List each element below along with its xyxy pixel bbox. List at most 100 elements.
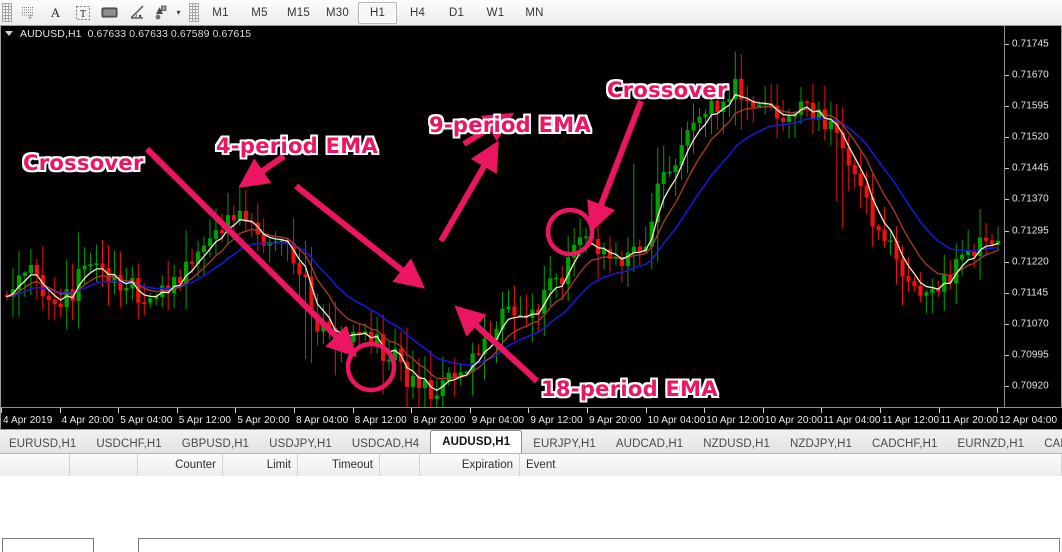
text-box-tool-icon[interactable]: [96, 2, 123, 23]
terminal-body: [0, 476, 1062, 552]
timeframe-label: M30: [326, 6, 349, 19]
chart-tab-cadchf[interactable]: CADCHF,H1: [863, 434, 946, 453]
price-tick: [1005, 199, 1009, 201]
crosshair-tool-icon[interactable]: F: [15, 2, 42, 23]
terminal-column-label: Limit: [266, 459, 291, 471]
chart-tab-eurjpy[interactable]: EURJPY,H1: [524, 434, 605, 453]
time-tick: [352, 408, 354, 413]
chart-tab-label: AUDUSD,H1: [442, 436, 511, 448]
price-label: 0.71670: [1012, 69, 1049, 81]
shapes-tool-icon[interactable]: [150, 2, 172, 23]
price-label: 0.70995: [1012, 349, 1049, 361]
price-label: 0.71520: [1012, 131, 1049, 143]
chart-tab-label: EURJPY,H1: [533, 437, 596, 450]
time-label: 11 Apr 04:00: [823, 415, 881, 426]
chart-tab-nzdjpy[interactable]: NZDJPY,H1: [781, 434, 861, 453]
svg-text:F: F: [29, 16, 33, 21]
terminal-column-header-cell[interactable]: Expiration: [420, 454, 520, 476]
chart-tab-audusd[interactable]: AUDUSD,H1: [430, 430, 523, 453]
time-label: 10 Apr 04:00: [647, 415, 706, 426]
toolbar-drag-handle[interactable]: [2, 3, 12, 22]
terminal-column-header-cell[interactable]: [380, 454, 420, 476]
time-tick: [997, 408, 999, 413]
price-label: 0.71445: [1012, 162, 1049, 174]
timeframe-button-m30[interactable]: M30: [319, 3, 356, 23]
price-tick: [1005, 230, 1009, 232]
timeframe-button-d1[interactable]: D1: [438, 3, 475, 23]
terminal-column-header-cell[interactable]: [70, 454, 138, 476]
chart-tab-label: NZDJPY,H1: [789, 437, 853, 450]
timeframe-button-m5[interactable]: M5: [241, 3, 278, 23]
time-tick: [469, 408, 471, 413]
chart-menu-caret-icon[interactable]: [5, 31, 13, 36]
terminal-column-label: Expiration: [461, 459, 513, 471]
terminal-column-header-cell[interactable]: Event: [520, 454, 1062, 476]
angle-tool-icon[interactable]: [123, 2, 150, 23]
timeframe-button-w1[interactable]: W1: [477, 3, 514, 23]
price-label: 0.71595: [1012, 100, 1049, 112]
shapes-dropdown-arrow[interactable]: ▾: [172, 2, 185, 23]
price-scale[interactable]: 0.71745 0.71670 0.71595 0.71520 0.71445 0.713…: [1004, 26, 1061, 423]
chart-tab-usdcad[interactable]: USDCAD,H4: [343, 434, 428, 453]
timeframe-button-m15[interactable]: M15: [280, 3, 317, 23]
timeframe-label: M15: [287, 6, 310, 19]
time-tick: [294, 408, 295, 413]
text-label-tool-icon[interactable]: T: [69, 2, 96, 23]
time-tick: [176, 408, 178, 413]
chart-tab-label: USDCAD,H4: [351, 437, 420, 450]
svg-text:T: T: [79, 9, 85, 20]
metatrader-window: F A T ▾ M1 M5 M15 M30 H1 H4 D1 W1 MN AUD…: [0, 0, 1062, 552]
terminal-column-header-cell[interactable]: Timeout: [298, 454, 380, 476]
terminal-input-right[interactable]: [138, 538, 1060, 552]
chart-tab-usdchf[interactable]: USDCHF,H1: [87, 434, 170, 453]
price-label: 0.70920: [1012, 380, 1049, 392]
timeframe-button-h4[interactable]: H4: [399, 3, 436, 23]
chart-tab-label: AUDCAD,H1: [615, 437, 684, 450]
timeframe-label: D1: [448, 6, 465, 19]
price-tick: [1005, 354, 1009, 356]
terminal-column-header-cell[interactable]: [0, 454, 70, 476]
timeframe-label: H4: [409, 6, 426, 19]
timeframe-button-h1[interactable]: H1: [358, 1, 397, 24]
price-tick: [1005, 323, 1009, 325]
chart-tab-bar: EURUSD,H1 USDCHF,H1 GBPUSD,H1 USDJPY,H1 USDC…: [0, 430, 1062, 454]
time-tick: [235, 408, 237, 413]
timeframe-button-mn[interactable]: MN: [516, 3, 553, 23]
terminal-input-left[interactable]: [2, 538, 94, 552]
price-tick: [1005, 261, 1009, 263]
chart-tab-usdjpy[interactable]: USDJPY,H1: [260, 434, 341, 453]
time-scale[interactable]: 4 Apr 2019 4 Apr 20:00 5 Apr 04:00 5 Apr 12…: [1, 407, 1062, 429]
chart-tab-label: CADCHF,H1: [872, 437, 938, 450]
time-label: 5 Apr 20:00: [237, 415, 290, 426]
terminal-column-header-cell[interactable]: Limit: [223, 454, 298, 476]
chart-symbol-header: AUDUSD,H1 0.67633 0.67633 0.67589 0.6761…: [1, 26, 1062, 41]
timeframe-label: W1: [486, 6, 505, 19]
price-label: 0.71295: [1012, 225, 1049, 236]
chart-tab-audcad[interactable]: AUDCAD,H1: [607, 434, 692, 453]
chart-tab-cadjpy[interactable]: CADJPY,H1: [1035, 434, 1062, 453]
time-label: 5 Apr 04:00: [120, 415, 173, 426]
chart-plot-area[interactable]: [1, 26, 1004, 407]
text-tool-icon[interactable]: A: [42, 2, 69, 23]
timeframe-button-m1[interactable]: M1: [202, 3, 239, 23]
time-label: 12 Apr 04:00: [999, 415, 1058, 426]
drawing-toolbar: F A T ▾ M1 M5 M15 M30 H1 H4 D1 W1 MN: [0, 0, 1062, 26]
chart-tab-gbpusd[interactable]: GBPUSD,H1: [173, 434, 258, 453]
time-label: 9 Apr 20:00: [589, 415, 642, 426]
terminal-column-header-cell[interactable]: Counter: [138, 454, 223, 476]
time-tick: [704, 408, 706, 413]
chart-window[interactable]: AUDUSD,H1 0.67633 0.67633 0.67589 0.6761…: [0, 25, 1062, 430]
terminal-panel: Counter Limit Timeout Expiration Event: [0, 454, 1062, 552]
candlestick-series: [4, 51, 1001, 407]
time-tick: [528, 408, 530, 413]
price-tick: [1005, 75, 1009, 77]
timeframe-group-drag-handle[interactable]: [189, 3, 199, 22]
time-label: 5 Apr 12:00: [178, 415, 232, 426]
chart-tab-eurusd[interactable]: EURUSD,H1: [0, 434, 85, 453]
timeframe-label: MN: [525, 6, 544, 19]
chart-tab-nzdusd[interactable]: NZDUSD,H1: [694, 434, 779, 453]
chart-tab-label: EURUSD,H1: [9, 437, 77, 450]
chart-tab-eurnzd[interactable]: EURNZD,H1: [948, 434, 1033, 453]
chart-tab-label: CADJPY,H1: [1044, 437, 1062, 450]
time-label: 9 Apr 04:00: [471, 415, 525, 426]
